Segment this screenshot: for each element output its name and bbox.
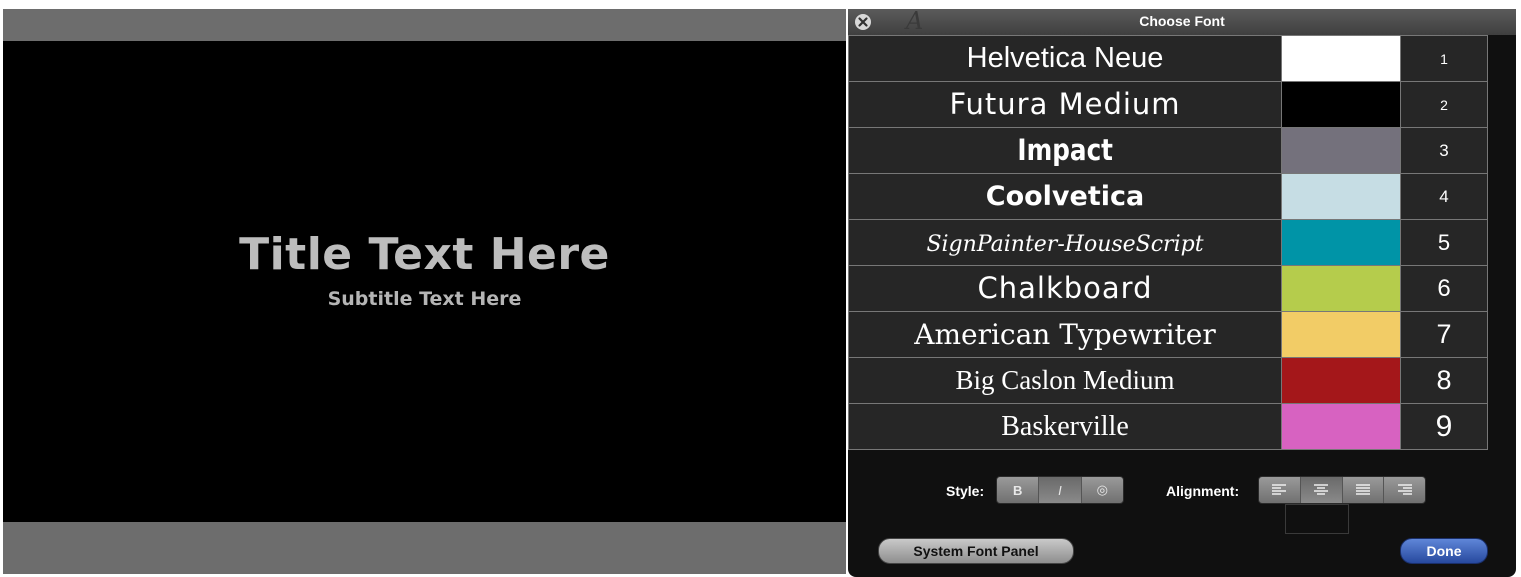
preset-number[interactable]: 2 bbox=[1400, 81, 1488, 128]
font-name: Coolvetica bbox=[985, 181, 1145, 212]
align-left-icon[interactable] bbox=[1259, 477, 1301, 503]
font-row[interactable]: Chalkboard 6 bbox=[848, 265, 1488, 312]
preset-number[interactable]: 9 bbox=[1400, 403, 1488, 450]
slide-title[interactable]: Title Text Here bbox=[239, 229, 610, 280]
panel-titlebar: A Choose Font bbox=[848, 9, 1516, 35]
font-name-cell[interactable]: SignPainter-HouseScript bbox=[848, 219, 1282, 266]
system-font-panel-button[interactable]: System Font Panel bbox=[878, 538, 1074, 564]
font-name-cell[interactable]: Futura Medium bbox=[848, 81, 1282, 128]
font-row[interactable]: Baskerville 9 bbox=[848, 403, 1488, 450]
font-row[interactable]: Big Caslon Medium 8 bbox=[848, 357, 1488, 404]
outline-button[interactable]: ◎ bbox=[1082, 477, 1123, 503]
font-row[interactable]: SignPainter-HouseScript 5 bbox=[848, 219, 1488, 266]
choose-font-panel: A Choose Font Helvetica Neue 1 Futura Medi… bbox=[848, 9, 1516, 577]
slide-canvas[interactable]: Title Text Here Subtitle Text Here bbox=[3, 41, 846, 522]
preset-number[interactable]: 4 bbox=[1400, 173, 1488, 220]
font-name: Helvetica Neue bbox=[966, 42, 1164, 74]
alignment-segmented-control bbox=[1258, 476, 1426, 504]
color-swatch[interactable] bbox=[1281, 219, 1401, 266]
panel-title: Choose Font bbox=[1139, 13, 1225, 29]
font-row[interactable]: Impact 3 bbox=[848, 127, 1488, 174]
font-name: American Typewriter bbox=[914, 317, 1216, 351]
font-row[interactable]: American Typewriter 7 bbox=[848, 311, 1488, 358]
style-bar: Style: B I ◎ Alignment: bbox=[848, 471, 1516, 511]
font-row[interactable]: Futura Medium 2 bbox=[848, 81, 1488, 128]
font-name: Baskerville bbox=[1001, 411, 1129, 442]
preset-number[interactable]: 6 bbox=[1400, 265, 1488, 312]
font-name-cell[interactable]: Big Caslon Medium bbox=[848, 357, 1282, 404]
font-name: Futura Medium bbox=[949, 87, 1181, 121]
font-name-cell[interactable]: Baskerville bbox=[848, 403, 1282, 450]
preset-number[interactable]: 7 bbox=[1400, 311, 1488, 358]
font-name-cell[interactable]: Helvetica Neue bbox=[848, 35, 1282, 82]
style-segmented-control: B I ◎ bbox=[996, 476, 1124, 504]
preset-number[interactable]: 8 bbox=[1400, 357, 1488, 404]
font-name: Chalkboard bbox=[977, 271, 1153, 305]
color-swatch[interactable] bbox=[1281, 265, 1401, 312]
align-justify-icon[interactable] bbox=[1343, 477, 1385, 503]
slide-subtitle[interactable]: Subtitle Text Here bbox=[328, 288, 522, 310]
align-right-icon[interactable] bbox=[1384, 477, 1425, 503]
font-name: Impact bbox=[1017, 133, 1113, 167]
font-name-cell[interactable]: Coolvetica bbox=[848, 173, 1282, 220]
font-name: Big Caslon Medium bbox=[955, 365, 1175, 395]
font-row[interactable]: Helvetica Neue 1 bbox=[848, 35, 1488, 82]
font-name-cell[interactable]: Impact bbox=[848, 127, 1282, 174]
color-swatch[interactable] bbox=[1281, 81, 1401, 128]
style-label: Style: bbox=[946, 483, 985, 499]
color-swatch[interactable] bbox=[1281, 311, 1401, 358]
alignment-label: Alignment: bbox=[1166, 483, 1240, 499]
font-row[interactable]: Coolvetica 4 bbox=[848, 173, 1488, 220]
align-center-icon[interactable] bbox=[1300, 477, 1343, 503]
bold-button[interactable]: B bbox=[997, 477, 1040, 503]
color-swatch[interactable] bbox=[1281, 35, 1401, 82]
color-swatch[interactable] bbox=[1281, 127, 1401, 174]
font-name-cell[interactable]: American Typewriter bbox=[848, 311, 1282, 358]
preset-number[interactable]: 1 bbox=[1400, 35, 1488, 82]
font-list: Helvetica Neue 1 Futura Medium 2 Impact 3 Cool… bbox=[848, 35, 1488, 450]
preset-number[interactable]: 5 bbox=[1400, 219, 1488, 266]
done-button[interactable]: Done bbox=[1400, 538, 1488, 564]
color-swatch[interactable] bbox=[1281, 403, 1401, 450]
italic-button[interactable]: I bbox=[1039, 477, 1082, 503]
font-name: SignPainter-HouseScript bbox=[926, 232, 1204, 257]
preset-number[interactable]: 3 bbox=[1400, 127, 1488, 174]
color-swatch[interactable] bbox=[1281, 357, 1401, 404]
font-name-cell[interactable]: Chalkboard bbox=[848, 265, 1282, 312]
color-swatch[interactable] bbox=[1281, 173, 1401, 220]
